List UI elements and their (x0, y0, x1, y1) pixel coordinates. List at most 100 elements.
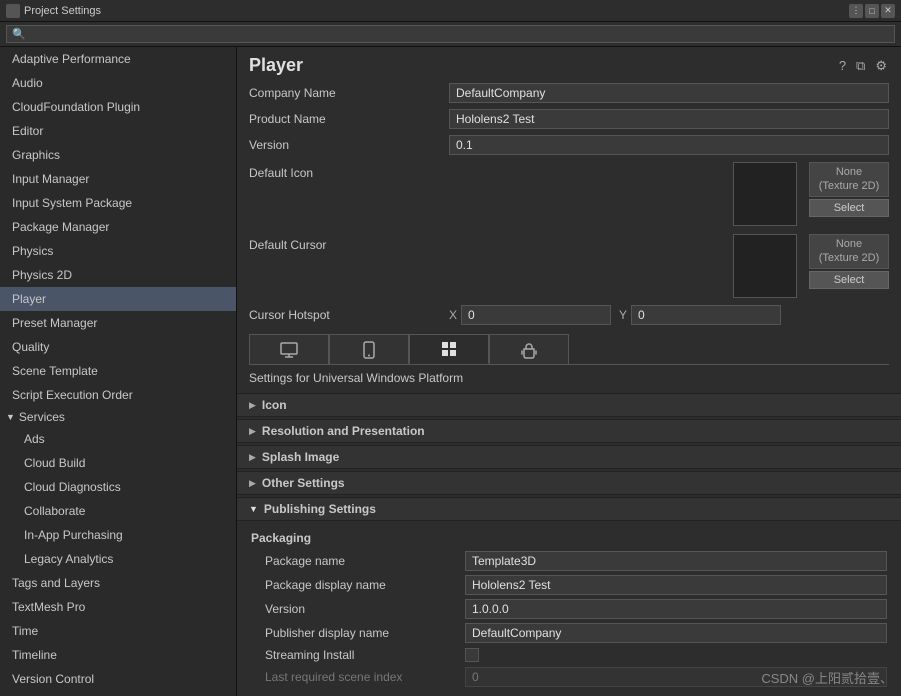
sidebar: Adaptive Performance Audio CloudFoundati… (0, 47, 237, 696)
package-name-input[interactable] (465, 551, 887, 571)
section-resolution[interactable]: ▶ Resolution and Presentation (237, 419, 901, 443)
sidebar-item-physics2d[interactable]: Physics 2D (0, 263, 236, 287)
title-bar-restore-btn[interactable]: □ (865, 4, 879, 18)
publishing-arrow: ▼ (249, 504, 258, 514)
pub-version-input[interactable] (465, 599, 887, 619)
version-row: Version (237, 132, 901, 158)
publishing-title: Publishing Settings (264, 502, 376, 516)
services-arrow: ▼ (6, 412, 15, 422)
sidebar-item-textmesh[interactable]: TextMesh Pro (0, 595, 236, 619)
watermark: CSDN @上阳贰拾壹、 (761, 668, 893, 687)
sidebar-item-package-manager[interactable]: Package Manager (0, 215, 236, 239)
product-name-row: Product Name (237, 106, 901, 132)
icon-section-arrow: ▶ (249, 400, 256, 411)
sidebar-item-time[interactable]: Time (0, 619, 236, 643)
pub-version-label: Version (265, 602, 465, 616)
sidebar-item-cloud-diagnostics[interactable]: Cloud Diagnostics (0, 475, 236, 499)
package-display-name-input[interactable] (465, 575, 887, 595)
settings-for-label: Settings for Universal Windows Platform (237, 365, 901, 391)
sidebar-item-preset-manager[interactable]: Preset Manager (0, 311, 236, 335)
title-bar-menu-btn[interactable]: ⋮ (849, 4, 863, 18)
sidebar-item-input-manager[interactable]: Input Manager (0, 167, 236, 191)
sidebar-item-cloudfoundation[interactable]: CloudFoundation Plugin (0, 95, 236, 119)
product-name-input[interactable] (449, 109, 889, 129)
cursor-hotspot-row: Cursor Hotspot X Y (237, 302, 901, 328)
last-scene-label: Last required scene index (265, 670, 465, 684)
sidebar-item-player[interactable]: Player (0, 287, 236, 311)
search-input[interactable] (6, 25, 895, 43)
default-icon-area: Default Icon None (Texture 2D) Select (237, 158, 901, 230)
streaming-install-checkbox[interactable] (465, 648, 479, 662)
y-input[interactable] (631, 305, 781, 325)
help-icon-btn[interactable]: ? (837, 56, 848, 75)
other-section-arrow: ▶ (249, 478, 256, 489)
section-other[interactable]: ▶ Other Settings (237, 471, 901, 495)
sidebar-item-in-app-purchasing[interactable]: In-App Purchasing (0, 523, 236, 547)
platform-tab-windows[interactable] (409, 334, 489, 364)
sidebar-item-audio[interactable]: Audio (0, 71, 236, 95)
sidebar-item-timeline[interactable]: Timeline (0, 643, 236, 667)
title-bar-buttons: ⋮ □ ✕ (849, 4, 895, 18)
title-bar: Project Settings ⋮ □ ✕ (0, 0, 901, 22)
sidebar-item-ads[interactable]: Ads (0, 427, 236, 451)
header-icons: ? ⧉ ⚙ (837, 56, 889, 76)
resolution-section-title: Resolution and Presentation (262, 424, 425, 438)
default-cursor-preview (733, 234, 797, 298)
xy-fields: X Y (449, 305, 781, 325)
publisher-display-name-row: Publisher display name (237, 621, 901, 645)
sidebar-group-services[interactable]: ▼ Services (0, 407, 236, 427)
x-field: X (449, 305, 611, 325)
sidebar-item-legacy-analytics[interactable]: Legacy Analytics (0, 547, 236, 571)
sidebar-group-xr[interactable]: ▼ XR Plug-in Management (0, 691, 236, 696)
product-name-label: Product Name (249, 112, 449, 126)
sidebar-item-scene-template[interactable]: Scene Template (0, 359, 236, 383)
package-name-row: Package name (237, 549, 901, 573)
layout-icon-btn[interactable]: ⧉ (854, 56, 867, 76)
sidebar-item-script-execution[interactable]: Script Execution Order (0, 383, 236, 407)
version-label: Version (249, 138, 449, 152)
pub-version-row: Version (237, 597, 901, 621)
packaging-title: Packaging (237, 527, 901, 549)
sidebar-item-cloud-build[interactable]: Cloud Build (0, 451, 236, 475)
platform-tab-mobile[interactable] (329, 334, 409, 364)
sidebar-item-quality[interactable]: Quality (0, 335, 236, 359)
platform-tabs (249, 334, 889, 365)
sidebar-item-editor[interactable]: Editor (0, 119, 236, 143)
package-name-label: Package name (265, 554, 465, 568)
section-icon[interactable]: ▶ Icon (237, 393, 901, 417)
default-cursor-select-btn[interactable]: Select (809, 271, 889, 289)
content-header: Player ? ⧉ ⚙ (237, 47, 901, 80)
main-layout: Adaptive Performance Audio CloudFoundati… (0, 47, 901, 696)
sidebar-group-services-label: Services (19, 410, 65, 424)
streaming-install-label: Streaming Install (265, 648, 465, 662)
publisher-display-name-label: Publisher display name (265, 626, 465, 640)
sidebar-item-tags-layers[interactable]: Tags and Layers (0, 571, 236, 595)
title-bar-close-btn[interactable]: ✕ (881, 4, 895, 18)
default-icon-preview (733, 162, 797, 226)
default-cursor-label: Default Cursor (249, 234, 449, 252)
icon-section-title: Icon (262, 398, 287, 412)
sidebar-item-physics[interactable]: Physics (0, 239, 236, 263)
sidebar-item-graphics[interactable]: Graphics (0, 143, 236, 167)
default-icon-label: Default Icon (249, 162, 449, 180)
none-texture-cursor-label: None (Texture 2D) (809, 234, 889, 269)
company-name-label: Company Name (249, 86, 449, 100)
version-input[interactable] (449, 135, 889, 155)
none-texture-label: None (Texture 2D) (809, 162, 889, 197)
company-name-input[interactable] (449, 83, 889, 103)
default-icon-select-btn[interactable]: Select (809, 199, 889, 217)
sidebar-item-version-control[interactable]: Version Control (0, 667, 236, 691)
publisher-display-name-input[interactable] (465, 623, 887, 643)
x-input[interactable] (461, 305, 611, 325)
publishing-settings-header[interactable]: ▼ Publishing Settings (237, 497, 901, 521)
sidebar-item-input-system[interactable]: Input System Package (0, 191, 236, 215)
content-area: Player ? ⧉ ⚙ Company Name Product Name V… (237, 47, 901, 696)
platform-tab-desktop[interactable] (249, 334, 329, 364)
section-splash[interactable]: ▶ Splash Image (237, 445, 901, 469)
package-display-name-row: Package display name (237, 573, 901, 597)
search-bar: 🔍 (0, 22, 901, 47)
sidebar-item-collaborate[interactable]: Collaborate (0, 499, 236, 523)
platform-tab-android[interactable] (489, 334, 569, 364)
settings-icon-btn[interactable]: ⚙ (873, 56, 889, 76)
sidebar-item-adaptive-performance[interactable]: Adaptive Performance (0, 47, 236, 71)
